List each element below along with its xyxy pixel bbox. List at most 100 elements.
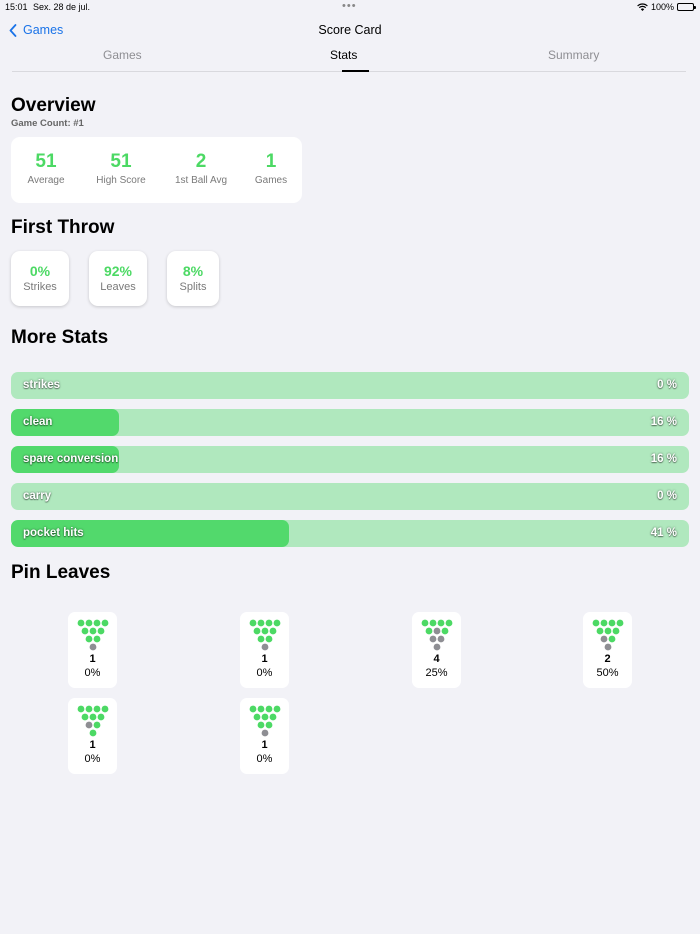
pin-1-standing	[89, 643, 96, 651]
pin-4-down	[81, 627, 88, 635]
first-throw-leaves-label: Leaves	[100, 281, 136, 293]
stat-bar-spare-conversion: spare conversion 16 %	[11, 446, 689, 473]
pin-leave-percent: 0%	[256, 667, 273, 679]
status-right: 100%	[637, 2, 696, 12]
pin-diagram-icon	[249, 705, 280, 737]
first-throw-leaves: 92% Leaves	[89, 251, 147, 306]
stat-bar-label: strikes	[23, 379, 61, 391]
overview-average-value: 51	[35, 151, 57, 172]
pin-6-down	[269, 713, 276, 721]
first-throw-strikes-value: 0%	[29, 263, 51, 279]
tab-stats[interactable]: Stats	[330, 48, 357, 62]
battery-percent: 100%	[650, 2, 674, 12]
pin-8-down	[257, 705, 264, 713]
pin-2-standing	[600, 635, 607, 643]
pin-4-down	[81, 713, 88, 721]
stat-bar-carry: carry 0 %	[11, 483, 689, 510]
pin-8-down	[257, 619, 264, 627]
pin-9-down	[93, 619, 100, 627]
overview-games-value: 1	[265, 151, 277, 172]
pin-5-down	[261, 713, 268, 721]
pin-1-standing	[604, 643, 611, 651]
pin-leave-percent: 50%	[596, 667, 619, 679]
overview-average: 51 Average	[11, 151, 81, 186]
pin-2-standing	[85, 721, 92, 729]
overview-high-score-value: 51	[110, 151, 132, 172]
first-throw-splits-value: 8%	[182, 263, 204, 279]
overview-average-label: Average	[27, 175, 65, 186]
battery-icon	[677, 3, 696, 11]
stat-bar-pocket-hits: pocket hits 41 %	[11, 520, 689, 547]
stat-bar-percent: 0 %	[657, 490, 677, 502]
pin-3-down	[265, 721, 272, 729]
game-count: Game Count: #1	[11, 118, 84, 129]
pin-7-down	[421, 619, 428, 627]
pin-4-down	[425, 627, 432, 635]
overview-card: 51 Average 51 High Score 2 1st Ball Avg …	[11, 137, 302, 203]
status-date: Sex. 28 de jul.	[33, 2, 91, 12]
pin-10-down	[101, 705, 108, 713]
stat-bar-label: pocket hits	[23, 527, 84, 539]
pin-leave-card[interactable]: 1 0%	[68, 612, 117, 688]
pin-5-down	[89, 713, 96, 721]
stat-bar-label: clean	[23, 416, 53, 428]
pin-9-down	[608, 619, 615, 627]
pin-3-down	[265, 635, 272, 643]
tab-summary[interactable]: Summary	[548, 48, 599, 62]
stat-bar-percent: 41 %	[650, 527, 677, 539]
pin-7-down	[77, 705, 84, 713]
pin-2-down	[257, 635, 264, 643]
overview-heading: Overview	[11, 95, 96, 116]
pin-9-down	[93, 705, 100, 713]
pin-10-down	[445, 619, 452, 627]
tab-games[interactable]: Games	[103, 48, 142, 62]
first-throw-leaves-value: 92%	[103, 263, 133, 279]
stat-bar-percent: 16 %	[650, 453, 677, 465]
navigation-bar: Games Score Card	[0, 20, 700, 42]
pin-leave-card[interactable]: 1 0%	[240, 612, 289, 688]
pin-10-down	[273, 705, 280, 713]
overview-games: 1 Games	[236, 151, 306, 186]
pin-10-down	[273, 619, 280, 627]
pin-leave-card[interactable]: 2 50%	[583, 612, 632, 688]
pin-4-down	[253, 713, 260, 721]
overview-first-ball-avg-value: 2	[195, 151, 207, 172]
pin-leave-card[interactable]: 1 0%	[68, 698, 117, 774]
pin-leaves-heading: Pin Leaves	[11, 562, 111, 583]
tab-bar: Games Stats Summary	[12, 47, 686, 72]
pin-leave-percent: 0%	[84, 753, 101, 765]
pin-diagram-icon	[421, 619, 452, 651]
pin-7-down	[592, 619, 599, 627]
pin-7-down	[249, 705, 256, 713]
pin-leave-percent: 25%	[425, 667, 448, 679]
status-time: 15:01	[5, 2, 28, 12]
stat-bar-strikes: strikes 0 %	[11, 372, 689, 399]
pin-diagram-icon	[77, 705, 108, 737]
pin-7-down	[249, 619, 256, 627]
pin-5-down	[261, 627, 268, 635]
pin-diagram-icon	[77, 619, 108, 651]
first-throw-strikes: 0% Strikes	[11, 251, 69, 306]
pin-leave-count: 1	[89, 653, 96, 665]
pin-8-down	[600, 619, 607, 627]
more-stats-heading: More Stats	[11, 327, 109, 348]
overview-games-label: Games	[254, 175, 288, 186]
pin-6-down	[612, 627, 619, 635]
pin-leave-percent: 0%	[84, 667, 101, 679]
multitasking-dots-icon[interactable]: •••	[342, 0, 357, 12]
pin-9-down	[265, 619, 272, 627]
pin-3-standing	[437, 635, 444, 643]
pin-leave-card[interactable]: 4 25%	[412, 612, 461, 688]
overview-first-ball-avg-label: 1st Ball Avg	[174, 175, 228, 186]
first-throw-splits-label: Splits	[179, 281, 207, 293]
pin-2-standing	[429, 635, 436, 643]
pin-1-down	[89, 729, 96, 737]
first-throw-splits: 8% Splits	[167, 251, 219, 306]
pin-6-down	[97, 627, 104, 635]
pin-3-down	[93, 721, 100, 729]
pin-diagram-icon	[592, 619, 623, 651]
pin-3-down	[608, 635, 615, 643]
pin-8-down	[85, 705, 92, 713]
pin-6-down	[269, 627, 276, 635]
pin-leave-card[interactable]: 1 0%	[240, 698, 289, 774]
